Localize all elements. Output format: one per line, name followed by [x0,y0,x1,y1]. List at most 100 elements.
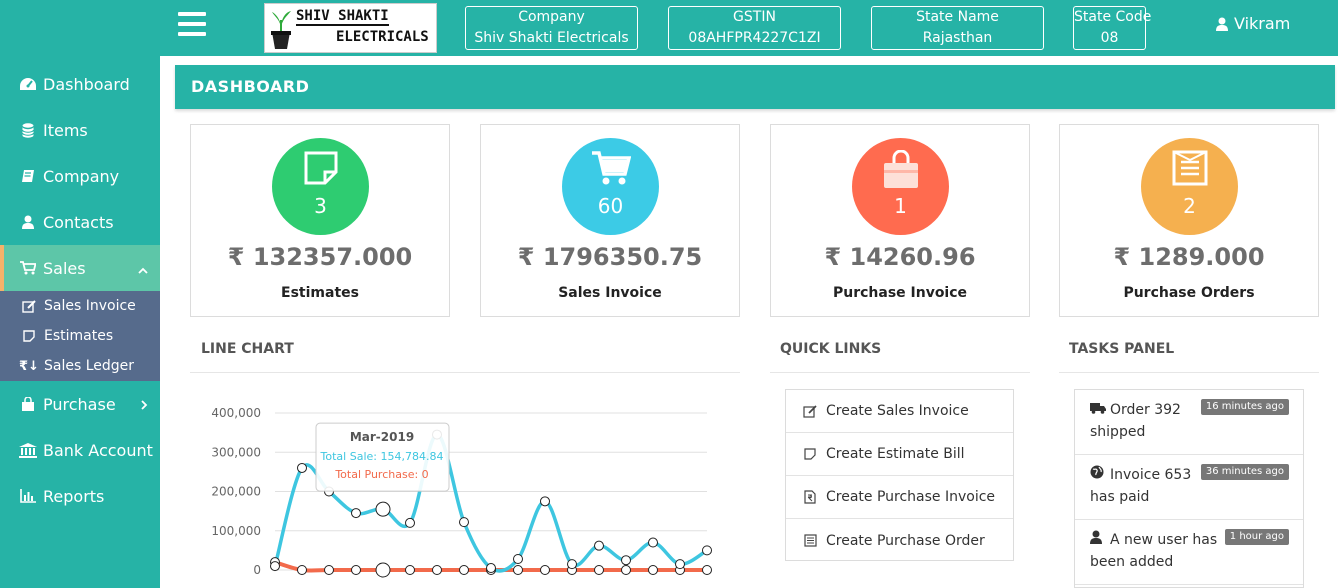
sidebar-subitem-sales-invoice[interactable]: Sales Invoice [0,291,160,321]
state-code-info-box: State Code 08 [1073,6,1152,50]
data-point [324,565,334,575]
user-menu[interactable]: Vikram [1216,14,1290,33]
purchase-orders-card[interactable]: 2 ₹ 1289.000 Purchase Orders [1059,124,1319,317]
sales-invoice-card[interactable]: 60 ₹ 1796350.75 Sales Invoice [480,124,740,317]
tooltip-title: Mar-2019 [350,430,414,444]
sidebar-item-contacts[interactable]: Contacts [0,199,160,245]
purchase-invoice-label: Purchase Invoice [832,285,968,301]
estimates-card[interactable]: 3 ₹ 132357.000 Estimates [190,124,450,317]
task-text-line2: has paid [1090,489,1150,505]
create-estimate-bill-link[interactable]: Create Estimate Bill [786,433,1013,476]
sidebar-item-dashboard[interactable]: Dashboard [0,61,160,107]
quick-links-title: QUICK LINKS [780,341,882,357]
data-point [540,496,550,507]
purchase-orders-amount: ₹ 1289.000 [1113,243,1265,271]
bar-chart-icon [18,489,38,503]
book-icon [18,169,38,183]
state-name-label: State Name [916,9,999,25]
sidebar-item-label: Purchase [43,394,116,414]
submenu-label: Sales Ledger [44,358,135,374]
sidebar-item-reports[interactable]: Reports [0,473,160,519]
task-item[interactable]: A new user has been added 1 hour ago [1075,520,1303,585]
company-label: Company [518,9,585,25]
sidebar-item-label: Dashboard [43,74,130,94]
data-point [702,565,712,575]
shopping-bag-icon [18,396,38,412]
sticky-note-icon [802,448,818,460]
data-point [540,565,550,575]
purchase-invoice-circle: 1 [852,138,949,235]
company-logo[interactable]: SHIV SHAKTI ELECTRICALS [264,3,437,53]
y-tick-label: 300,000 [211,445,261,459]
sidebar-item-label: Items [43,120,88,140]
globe-icon [1090,464,1106,486]
file-rupee-icon [802,490,818,504]
quick-link-label: Create Purchase Order [826,532,985,549]
line-chart-svg[interactable]: 400,000 300,000 200,000 100,000 0 Mar-2019 Tot… [200,395,720,588]
quick-link-label: Create Estimate Bill [826,446,965,462]
create-sales-invoice-link[interactable]: Create Sales Invoice [786,390,1013,433]
task-item[interactable]: Order 392 shipped 16 minutes ago [1075,390,1303,455]
purchase-invoice-count: 1 [894,194,907,218]
purchase-invoice-amount: ₹ 14260.96 [824,243,976,271]
sidebar: Dashboard Items Company Contacts Sales S… [0,56,160,588]
bank-icon [18,442,38,458]
rupee-down-arrow-icon: ₹↓ [19,358,39,374]
submenu-label: Estimates [44,328,114,344]
tasks-panel-title: TASKS PANEL [1069,341,1175,357]
sidebar-item-sales[interactable]: Sales [0,245,160,291]
time-badge: 16 minutes ago [1200,399,1289,415]
company-value: Shiv Shakti Electricals [474,30,629,46]
sales-invoice-label: Sales Invoice [558,285,662,301]
user-icon [1090,529,1106,551]
data-point [351,565,361,575]
task-item[interactable]: Invoice 653 has paid 36 minutes ago [1075,455,1303,520]
company-info-box: Company Shiv Shakti Electricals [465,6,638,50]
sidebar-item-purchase[interactable]: Purchase [0,381,160,427]
create-purchase-order-link[interactable]: Create Purchase Order [786,519,1013,562]
hamburger-menu-icon[interactable] [178,12,206,36]
data-point [621,565,631,575]
data-point [486,563,496,574]
sidebar-item-items[interactable]: Items [0,107,160,153]
sidebar-item-company[interactable]: Company [0,153,160,199]
dashboard-icon [18,77,38,91]
gstin-value: 08AHFPR4227C1ZI [688,30,821,46]
line-chart-title: LINE CHART [201,341,294,357]
truck-icon [1090,399,1106,421]
data-point [405,565,415,575]
data-point [648,565,658,575]
data-point [375,562,391,578]
data-point [270,561,280,572]
tooltip-sale: Total Sale: 154,784.84 [320,450,444,463]
data-point [702,545,712,556]
sales-invoice-count: 60 [597,194,624,218]
task-text-line1: Invoice 653 [1110,467,1192,483]
purchase-orders-label: Purchase Orders [1123,285,1255,301]
purchase-invoice-card[interactable]: 1 ₹ 14260.96 Purchase Invoice [770,124,1030,317]
estimates-circle: 3 [272,138,369,235]
sidebar-item-bank-account[interactable]: Bank Account [0,427,160,473]
chevron-right-icon [141,395,148,414]
data-point [621,555,631,566]
sales-invoice-circle: 60 [562,138,659,235]
data-point [375,501,391,517]
data-point [405,517,415,528]
data-point [513,565,523,575]
purchase-orders-circle: 2 [1141,138,1238,235]
data-point [567,559,577,570]
purchase-orders-count: 2 [1183,194,1196,218]
sidebar-subitem-estimates[interactable]: Estimates [0,321,160,351]
shopping-bag-icon [852,150,949,190]
line-chart-divider [190,372,740,373]
create-purchase-invoice-link[interactable]: Create Purchase Invoice [786,476,1013,519]
sidebar-subitem-sales-ledger[interactable]: ₹↓ Sales Ledger [0,351,160,381]
sidebar-item-label: Sales [43,258,86,278]
edit-icon [802,404,818,418]
logo-text-line1: SHIV SHAKTI [296,8,389,26]
state-code-label: State Code [1074,9,1152,25]
state-code-value: 08 [1100,30,1119,46]
time-badge: 36 minutes ago [1200,464,1289,480]
sidebar-item-label: Company [43,166,120,186]
cart-icon [18,261,38,275]
